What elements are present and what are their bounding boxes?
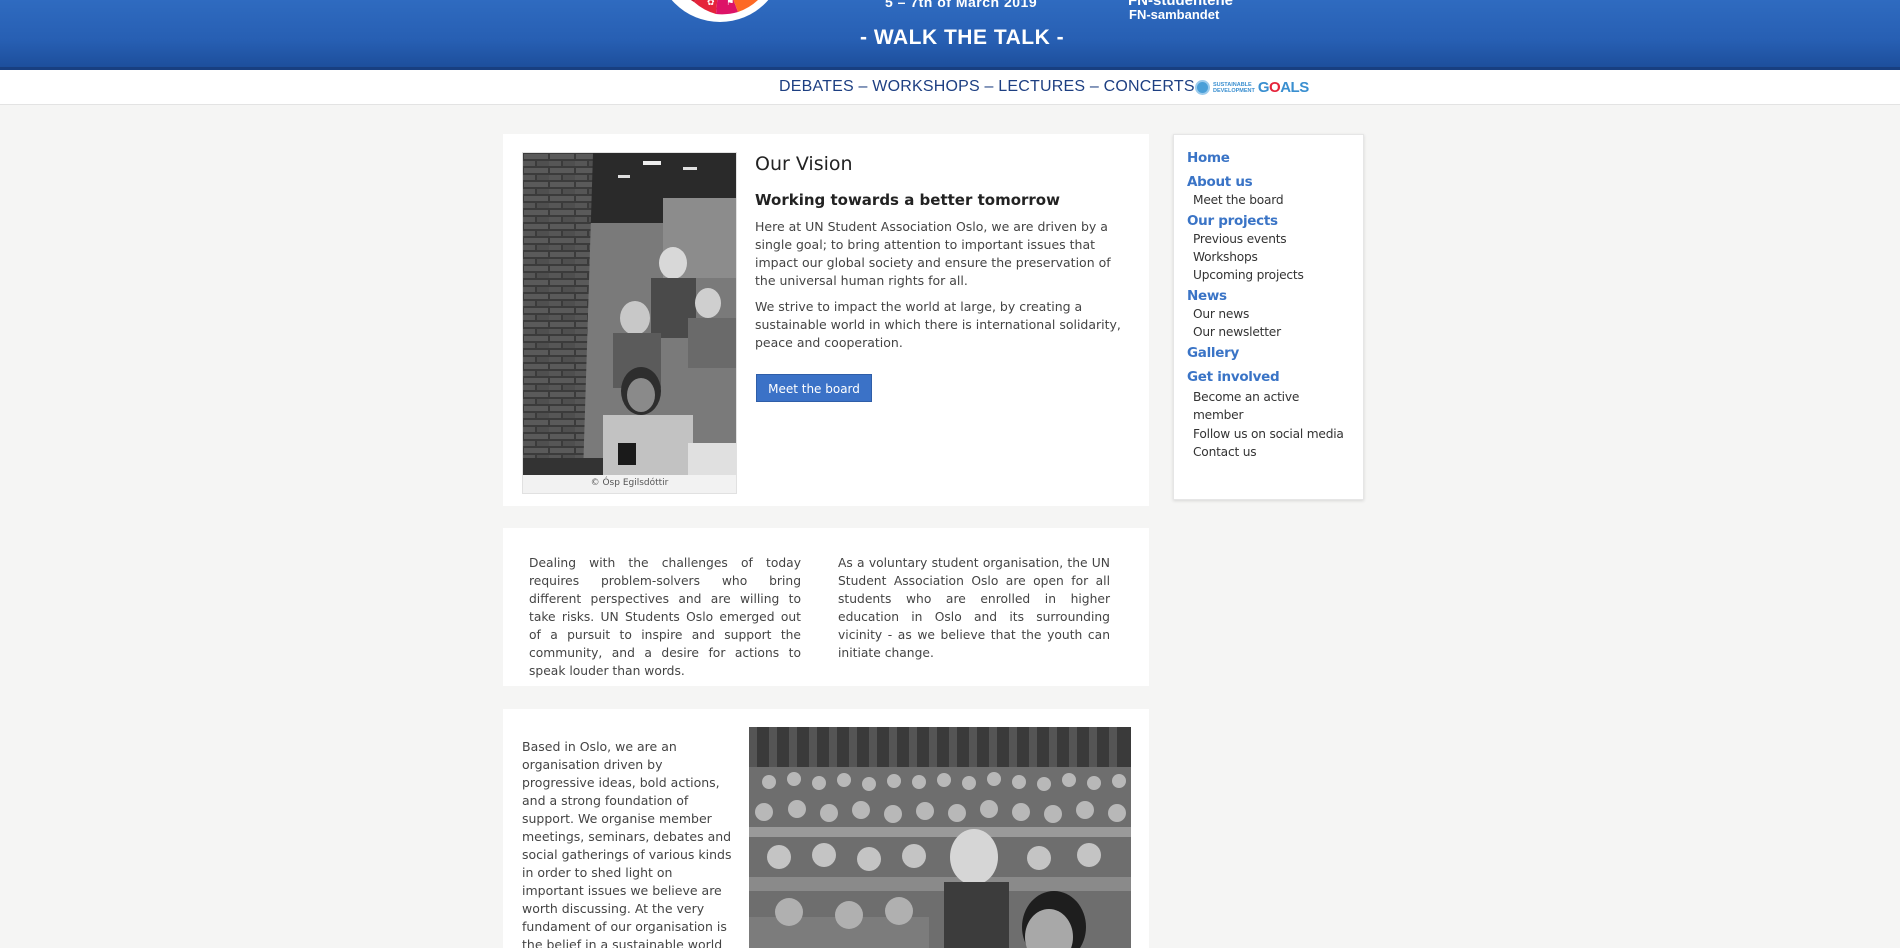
event-date: 5 – 7th of March 2019	[885, 0, 1038, 10]
sdg-goals-g: G	[1257, 79, 1270, 96]
nav-our-projects[interactable]: Our projects	[1187, 213, 1357, 229]
nav-follow-social-media[interactable]: Follow us on social media	[1187, 427, 1357, 441]
vision-photo-frame: © Ósp Egilsdóttir	[522, 152, 737, 494]
sdg-small-text: SUSTAINABLE DEVELOPMENT	[1213, 82, 1255, 94]
nav-contact-us[interactable]: Contact us	[1187, 445, 1357, 459]
vision-text-block: Our Vision Working towards a better tomo…	[755, 153, 1125, 360]
nav-news[interactable]: News	[1187, 288, 1357, 304]
based-in-oslo-card: Based in Oslo, we are an organisation dr…	[503, 709, 1149, 948]
sdg-wheel-logo: ✿ ⚑	[650, 0, 790, 24]
photo-credit: © Ósp Egilsdóttir	[590, 478, 669, 488]
vision-paragraph-2: We strive to impact the world at large, …	[755, 299, 1121, 350]
about-column-right: As a voluntary student organisation, the…	[838, 556, 1110, 660]
un-emblem-icon	[1195, 80, 1210, 95]
organisation-subtitle: FN-sambandet	[1129, 7, 1220, 22]
about-columns-card: Dealing with the challenges of today req…	[503, 528, 1149, 686]
nav-upcoming-projects[interactable]: Upcoming projects	[1187, 268, 1357, 282]
nav-workshops[interactable]: Workshops	[1187, 250, 1357, 264]
nav-meet-the-board[interactable]: Meet the board	[1187, 193, 1357, 207]
vision-title: Our Vision	[755, 153, 853, 175]
sdg-goals-o: O	[1269, 79, 1281, 96]
nav-gallery[interactable]: Gallery	[1187, 345, 1357, 361]
vision-paragraph-1: Here at UN Student Association Oslo, we …	[755, 219, 1111, 288]
students-lecture-photo	[523, 153, 736, 475]
activities-text: DEBATES – WORKSHOPS – LECTURES – CONCERT…	[779, 78, 1195, 95]
nav-about-us[interactable]: About us	[1187, 174, 1357, 190]
svg-text:⚑: ⚑	[726, 0, 734, 8]
activities-strip: DEBATES – WORKSHOPS – LECTURES – CONCERT…	[0, 70, 1900, 105]
nav-get-involved[interactable]: Get involved	[1187, 369, 1357, 385]
nav-become-active-member[interactable]: Become an active member	[1187, 388, 1317, 424]
meet-the-board-button[interactable]: Meet the board	[756, 374, 872, 402]
sidebar-menu: Home About us Meet the board Our project…	[1187, 145, 1357, 459]
audience-photo	[749, 727, 1131, 948]
sdg-logo: SUSTAINABLE DEVELOPMENT GOALS	[1195, 79, 1309, 96]
svg-text:✿: ✿	[707, 0, 715, 8]
sdg-goals-text: GOALS	[1258, 79, 1309, 96]
nav-our-newsletter[interactable]: Our newsletter	[1187, 325, 1357, 339]
event-slogan: - WALK THE TALK -	[860, 26, 1065, 49]
nav-home[interactable]: Home	[1187, 150, 1357, 166]
sidebar-navigation: Home About us Meet the board Our project…	[1173, 134, 1364, 500]
vision-card: © Ósp Egilsdóttir Our Vision Working tow…	[503, 134, 1149, 506]
based-in-oslo-text: Based in Oslo, we are an organisation dr…	[522, 739, 732, 948]
sdg-small-line-2: DEVELOPMENT	[1213, 87, 1255, 94]
header-banner: ✿ ⚑ 5 – 7th of March 2019 - WALK THE TAL…	[0, 0, 1900, 70]
nav-previous-events[interactable]: Previous events	[1187, 232, 1357, 246]
nav-our-news[interactable]: Our news	[1187, 307, 1357, 321]
vision-subtitle: Working towards a better tomorrow	[755, 191, 1060, 209]
about-column-left: Dealing with the challenges of today req…	[529, 556, 801, 678]
sdg-goals-als: ALS	[1280, 79, 1309, 96]
